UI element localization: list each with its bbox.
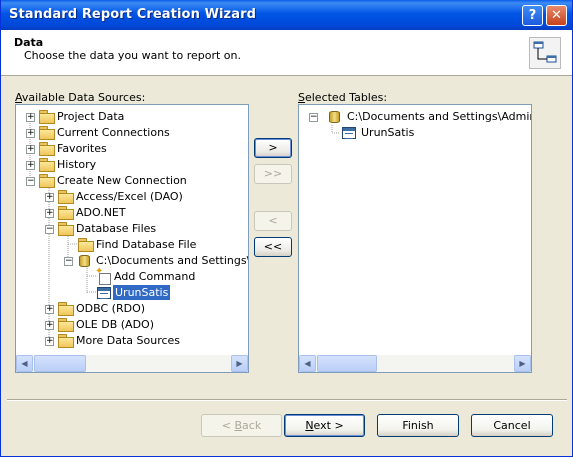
tree-item-create-new-connection[interactable]: − Create New Connection [16,173,248,189]
available-data-sources-label: Available Data Sources: [15,91,146,104]
tree-item-label: Database Files [76,222,157,235]
collapse-icon[interactable]: − [45,225,54,234]
folder-open-icon [39,174,55,188]
folder-icon [39,158,55,172]
add-all-tables-button[interactable]: >> [254,164,292,184]
tree-item-urunsatis[interactable]: UrunSatis [16,285,248,301]
tree-item-label: Project Data [57,110,125,123]
tree-item-label: More Data Sources [76,334,181,347]
tree-item-label: Access/Excel (DAO) [76,190,183,203]
data-wizard-icon [529,37,561,69]
tree-item-label: History [57,158,97,171]
tree-item-project-data[interactable]: + Project Data [16,109,248,125]
tree-item-label: ADO.NET [76,206,126,219]
tree-item-more-data-sources[interactable]: + More Data Sources [16,333,248,349]
collapse-icon[interactable]: − [64,257,73,266]
tree-item-access-excel[interactable]: + Access/Excel (DAO) [16,189,248,205]
horizontal-scrollbar[interactable]: ◀ ▶ [16,355,248,372]
scroll-right-arrow-icon[interactable]: ▶ [231,355,248,372]
tree-item-ole-db[interactable]: + OLE DB (ADO) [16,317,248,333]
tree-item-label: C:\Documents and Settings\Administra [347,110,531,123]
scroll-left-arrow-icon[interactable]: ◀ [299,355,316,372]
folder-icon [58,334,74,348]
folder-icon [39,126,55,140]
tree-item-database-path[interactable]: − C:\Documents and Settings\Adr [16,253,248,269]
selected-tables-label: Selected Tables: [298,91,388,104]
tree-item-label: C:\Documents and Settings\Adr [96,254,249,267]
folder-open-icon [58,222,74,236]
tree-item-add-command[interactable]: Add Command [16,266,248,285]
window-title: Standard Report Creation Wizard [9,7,257,22]
tree-guide-lines [331,125,340,134]
expand-icon[interactable]: + [45,321,54,330]
scroll-left-arrow-icon[interactable]: ◀ [16,355,33,372]
folder-icon [58,318,74,332]
database-icon [77,253,91,267]
find-folder-icon [78,238,94,252]
folder-icon [58,302,74,316]
selected-tree-item-database-path[interactable]: − C:\Documents and Settings\Administra [299,109,531,125]
cancel-button[interactable]: Cancel [471,414,553,437]
table-icon [342,127,356,139]
tree-item-label: UrunSatis [361,126,415,139]
database-icon [327,109,341,123]
expand-icon[interactable]: + [45,193,54,202]
horizontal-scrollbar[interactable]: ◀ ▶ [299,355,531,372]
selected-tables-tree[interactable]: − C:\Documents and Settings\Administra U… [298,104,532,373]
scrollbar-thumb[interactable] [317,355,377,372]
tree-item-odbc[interactable]: + ODBC (RDO) [16,301,248,317]
scrollbar-thumb[interactable] [34,355,86,372]
tree-item-find-database-file[interactable]: Find Database File [16,237,248,253]
table-icon [97,287,111,299]
add-command-icon [95,266,111,285]
tree-item-label-selected: UrunSatis [113,285,171,300]
tree-item-database-files[interactable]: − Database Files [16,221,248,237]
step-title: Data [14,36,44,49]
finish-button[interactable]: Finish [377,414,459,437]
tree-item-label: OLE DB (ADO) [76,318,154,331]
tree-item-history[interactable]: + History [16,157,248,173]
expand-icon[interactable]: + [26,161,35,170]
tree-item-ado-net[interactable]: + ADO.NET [16,205,248,221]
tree-item-label: ODBC (RDO) [76,302,146,315]
expand-icon[interactable]: + [26,129,35,138]
available-data-sources-tree[interactable]: + Project Data + Current Connections + F… [15,104,249,373]
tree-item-label: Create New Connection [57,174,187,187]
expand-icon[interactable]: + [45,337,54,346]
tree-item-label: Find Database File [96,238,197,251]
folder-icon [58,206,74,220]
tree-item-current-connections[interactable]: + Current Connections [16,125,248,141]
wizard-window: Standard Report Creation Wizard ? ✕ Data… [0,0,573,457]
back-button[interactable]: < Back [201,414,282,437]
title-bar[interactable]: Standard Report Creation Wizard ? ✕ [1,0,572,30]
add-table-button[interactable]: > [254,138,292,158]
help-button[interactable]: ? [522,5,543,26]
tree-item-label: Add Command [114,270,196,283]
selected-tree-item-urunsatis[interactable]: UrunSatis [299,125,531,141]
wizard-header: Data Choose the data you want to report … [1,30,572,76]
tree-item-favorites[interactable]: + Favorites [16,141,248,157]
collapse-icon[interactable]: − [26,177,35,186]
folder-icon [39,142,55,156]
remove-table-button[interactable]: < [254,211,292,231]
tree-item-label: Favorites [57,142,107,155]
collapse-icon[interactable]: − [309,113,318,122]
scroll-right-arrow-icon[interactable]: ▶ [514,355,531,372]
step-subtitle: Choose the data you want to report on. [24,49,241,62]
next-button[interactable]: Next > [284,414,365,437]
footer-separator [7,399,567,401]
expand-icon[interactable]: + [45,209,54,218]
expand-icon[interactable]: + [26,113,35,122]
folder-icon [58,190,74,204]
folder-icon [39,110,55,124]
remove-all-tables-button[interactable]: << [254,237,292,257]
expand-icon[interactable]: + [45,305,54,314]
tree-item-label: Current Connections [57,126,170,139]
expand-icon[interactable]: + [26,145,35,154]
close-button[interactable]: ✕ [546,5,567,26]
